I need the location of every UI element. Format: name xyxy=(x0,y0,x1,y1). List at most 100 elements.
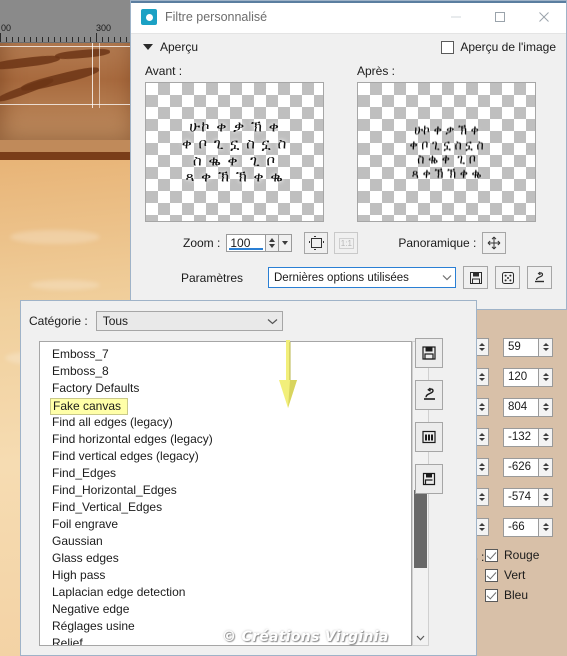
list-item[interactable]: Negative edge xyxy=(50,601,411,618)
matrix-value-input[interactable]: 804 xyxy=(503,397,539,417)
matrix-row: 59 xyxy=(465,336,567,358)
chevron-down-icon[interactable] xyxy=(143,44,153,50)
matrix-value-stepper[interactable] xyxy=(539,397,553,417)
parameters-preset-select[interactable]: Dernières options utilisées xyxy=(268,267,456,288)
after-preview[interactable]: ሁኮ ቀ ቃ ኽ ቀ ቀ ቦ ጊ ኗ ስ ኗ ስ ስ ቈ ቀ ጊ ቦ ጻ ቀ ኽ… xyxy=(357,82,536,222)
ruler-label-0: 00 xyxy=(1,23,12,33)
channel-checkbox-vert[interactable] xyxy=(485,568,498,582)
channel-row-vert[interactable]: Vert xyxy=(465,568,567,582)
list-item[interactable]: Glass edges xyxy=(50,550,411,567)
dialog-titlebar[interactable]: Filtre personnalisé xyxy=(131,1,566,34)
list-item[interactable]: Foil engrave xyxy=(50,516,411,533)
matrix-values-column: 59 120 804 -132 -626 -574 -66 xyxy=(465,336,567,546)
save-preset-button[interactable] xyxy=(415,338,443,368)
matrix-row: -626 xyxy=(465,456,567,478)
matrix-left-stepper[interactable] xyxy=(475,428,489,446)
zoom-controls-row: Zoom : 100 1:1 Panoramique : xyxy=(131,222,566,254)
zoom-dropdown-button[interactable] xyxy=(279,234,293,252)
image-preview-checkbox[interactable] xyxy=(441,40,455,54)
list-item[interactable]: Find horizontal edges (legacy) xyxy=(50,431,411,448)
matrix-value-stepper[interactable] xyxy=(539,517,553,537)
minimize-button[interactable] xyxy=(434,1,478,33)
matrix-value-stepper[interactable] xyxy=(539,367,553,387)
filter-list-items: Emboss_7 Emboss_8 Factory Defaults Fake … xyxy=(40,342,411,645)
matrix-value-stepper[interactable] xyxy=(539,337,553,357)
before-pane-group: Avant : ሁኮ ቀ ቃ ኽ ቀ ቀ ቦ ጊ ኗ ስ ኗ ስ ስ ቈ ቀ ጊ… xyxy=(145,64,335,222)
matrix-row: -574 xyxy=(465,486,567,508)
window-controls xyxy=(434,1,566,33)
channel-label-bleu: Bleu xyxy=(504,588,529,602)
matrix-left-stepper[interactable] xyxy=(475,368,489,386)
save-preset-button[interactable] xyxy=(463,266,488,289)
ruler-label-300: 300 xyxy=(96,23,112,33)
list-item[interactable]: Find_Horizontal_Edges xyxy=(50,482,411,499)
parameters-preset-value: Dernières options utilisées xyxy=(274,271,409,284)
save-as-preset-button[interactable] xyxy=(415,464,443,494)
preview-collapse-label[interactable]: Aperçu xyxy=(160,40,198,54)
chevron-down-icon[interactable] xyxy=(264,318,282,325)
matrix-value-stepper[interactable] xyxy=(539,487,553,507)
maximize-button[interactable] xyxy=(478,1,522,33)
channel-row-bleu[interactable]: Bleu xyxy=(465,588,567,602)
move-icon[interactable] xyxy=(482,232,507,254)
custom-filter-dialog: Filtre personnalisé Aperçu Aperçu de l'i… xyxy=(130,0,567,310)
close-button[interactable] xyxy=(522,1,566,33)
fit-to-window-icon[interactable] xyxy=(304,232,329,254)
filter-browser-panel: Catégorie : Tous Emboss_7 Emboss_8 Facto… xyxy=(20,300,477,656)
list-item[interactable]: Find_Edges xyxy=(50,465,411,482)
horizontal-ruler[interactable]: 00 300 xyxy=(0,22,135,43)
matrix-value-input[interactable]: -132 xyxy=(503,427,539,447)
matrix-value-input[interactable]: -66 xyxy=(503,517,539,537)
matrix-value-input[interactable]: -574 xyxy=(503,487,539,507)
matrix-value-stepper[interactable] xyxy=(539,457,553,477)
screenshot-root: 00 300 Filtre personnalisé Aperçu Aperçu… xyxy=(0,0,567,656)
parameters-label: Paramètres xyxy=(181,270,244,285)
list-item[interactable]: Emboss_8 xyxy=(50,363,411,380)
chevron-down-icon[interactable] xyxy=(438,268,455,287)
channel-checkbox-rouge[interactable] xyxy=(485,548,498,562)
randomize-button[interactable] xyxy=(495,266,520,289)
bank-preset-button[interactable] xyxy=(415,422,443,452)
list-item[interactable]: Gaussian xyxy=(50,533,411,550)
list-item[interactable]: Emboss_7 xyxy=(50,346,411,363)
category-select[interactable]: Tous xyxy=(95,311,283,331)
channel-checkbox-bleu[interactable] xyxy=(485,588,498,602)
list-item-selected[interactable]: Fake canvas xyxy=(50,398,129,415)
matrix-row: -132 xyxy=(465,426,567,448)
matrix-left-stepper[interactable] xyxy=(475,338,489,356)
list-item[interactable]: Find all edges (legacy) xyxy=(50,414,411,431)
list-item[interactable]: Factory Defaults xyxy=(50,380,411,397)
list-item[interactable]: Find_Vertical_Edges xyxy=(50,499,411,516)
scroll-down-icon[interactable] xyxy=(413,630,428,645)
ruler-corner xyxy=(0,0,135,22)
list-item-selected-wrap: Fake canvas xyxy=(50,397,411,415)
channel-label-vert: Vert xyxy=(504,568,526,582)
before-preview[interactable]: ሁኮ ቀ ቃ ኽ ቀ ቀ ቦ ጊ ኗ ስ ኗ ስ ስ ቈ ቀ ጊ ቦ ጻ ቀ ኽ… xyxy=(145,82,324,222)
list-item[interactable]: Laplacian edge detection xyxy=(50,584,411,601)
matrix-row: 120 xyxy=(465,366,567,388)
category-label: Catégorie : xyxy=(29,314,88,328)
matrix-left-stepper[interactable] xyxy=(475,458,489,476)
after-pane-group: Après : ሁኮ ቀ ቃ ኽ ቀ ቀ ቦ ጊ ኗ ስ ኗ ስ ስ ቈ ቀ ጊ… xyxy=(357,64,547,222)
matrix-value-input[interactable]: -626 xyxy=(503,457,539,477)
matrix-value-input[interactable]: 59 xyxy=(503,337,539,357)
matrix-row: 804 xyxy=(465,396,567,418)
matrix-left-stepper[interactable] xyxy=(475,488,489,506)
matrix-value-stepper[interactable] xyxy=(539,427,553,447)
zoom-stepper[interactable] xyxy=(266,234,280,252)
after-preview-content: ሁኮ ቀ ቃ ኽ ቀ ቀ ቦ ጊ ኗ ስ ኗ ስ ስ ቈ ቀ ጊ ቦ ጻ ቀ ኽ… xyxy=(409,121,484,182)
preset-action-buttons xyxy=(415,338,445,506)
filter-list[interactable]: Emboss_7 Emboss_8 Factory Defaults Fake … xyxy=(39,341,412,646)
matrix-value-input[interactable]: 120 xyxy=(503,367,539,387)
category-value: Tous xyxy=(102,314,129,328)
list-item[interactable]: Find vertical edges (legacy) xyxy=(50,448,411,465)
reset-stamp-button[interactable] xyxy=(527,266,552,289)
list-item[interactable]: High pass xyxy=(50,567,411,584)
after-label: Après : xyxy=(357,64,396,78)
zoom-input[interactable]: 100 xyxy=(226,234,267,252)
reset-preset-button[interactable] xyxy=(415,380,443,410)
image-preview-label[interactable]: Aperçu de l'image xyxy=(460,40,556,54)
matrix-left-stepper[interactable] xyxy=(475,518,489,536)
background-texture-band xyxy=(0,30,135,140)
matrix-left-stepper[interactable] xyxy=(475,398,489,416)
